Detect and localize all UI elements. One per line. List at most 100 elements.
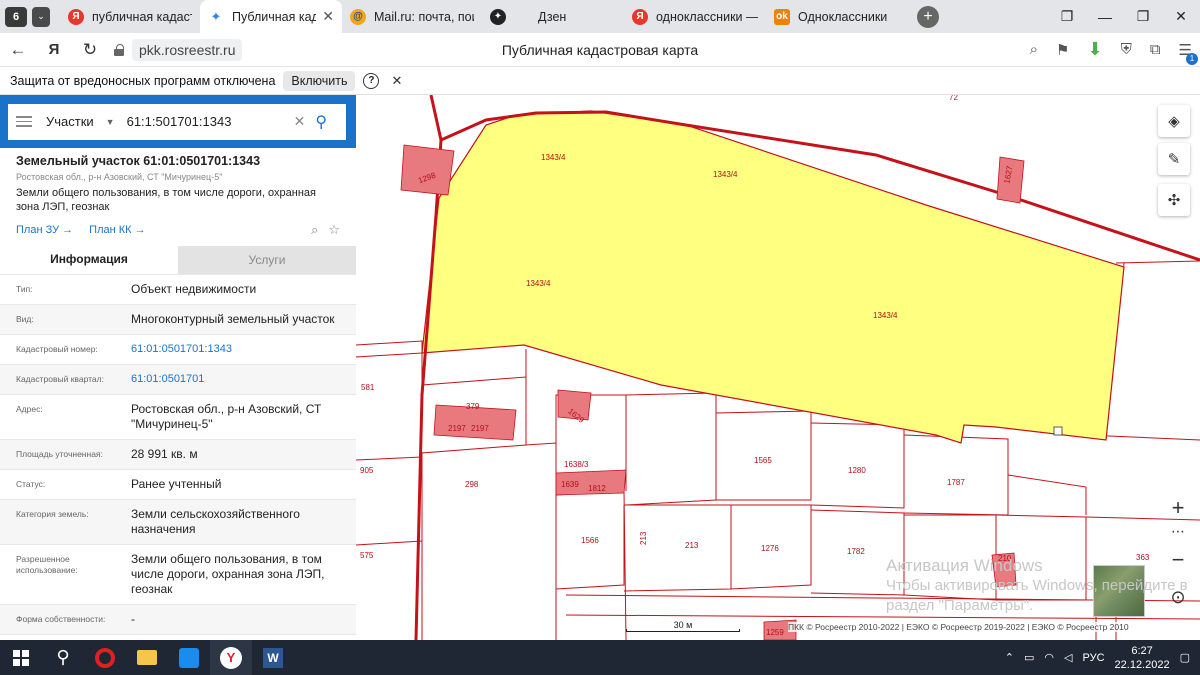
- map-label: 2197: [448, 424, 466, 433]
- search-input[interactable]: [126, 114, 292, 129]
- layers-icon[interactable]: ◈: [1158, 105, 1190, 137]
- map-label: 72: [949, 95, 958, 102]
- language-indicator[interactable]: РУС: [1083, 652, 1105, 664]
- tab-information[interactable]: Информация: [0, 246, 178, 274]
- tab-pkk[interactable]: ✦ Публичная кадас ✕: [200, 0, 342, 33]
- menu-icon[interactable]: [16, 116, 32, 127]
- pkk-icon: ✦: [208, 8, 224, 25]
- download-icon[interactable]: ⬇: [1087, 39, 1102, 60]
- info-key: Статус:: [16, 479, 46, 489]
- search-icon[interactable]: ⚲: [42, 640, 84, 675]
- minimize-icon[interactable]: —: [1086, 9, 1124, 25]
- map-label: 1276: [761, 544, 779, 553]
- info-key: Тип:: [16, 284, 33, 294]
- url-field[interactable]: pkk.rosreestr.ru: [114, 38, 243, 61]
- map-label: 2197: [471, 424, 489, 433]
- enable-protection-button[interactable]: Включить: [283, 70, 356, 91]
- shield-icon[interactable]: ⛨: [1121, 41, 1132, 58]
- tab-counter[interactable]: 6: [5, 6, 27, 27]
- map-label: 1343/4: [873, 311, 898, 320]
- address-bar-actions: ⌕ ⚑ ⬇ ⛨ ⧉ ☰ 1: [1030, 39, 1198, 65]
- search-icon[interactable]: ⌕: [1030, 41, 1038, 58]
- back-arrow-icon[interactable]: ←: [0, 40, 36, 60]
- zoom-out-button[interactable]: −: [1164, 547, 1192, 573]
- plan-zu-label: План ЗУ: [16, 224, 60, 236]
- chevron-down-icon[interactable]: ▼: [106, 117, 115, 127]
- reload-icon[interactable]: ↻: [72, 40, 108, 60]
- info-row: Тип: Объект недвижимости: [0, 274, 356, 304]
- clock[interactable]: 6:27 22.12.2022: [1115, 644, 1170, 672]
- plan-kk-link[interactable]: План КК →: [89, 224, 145, 236]
- help-icon[interactable]: ?: [363, 72, 380, 89]
- clock-time: 6:27: [1131, 644, 1153, 657]
- sidebar-icon[interactable]: ☰ 1: [1179, 41, 1198, 65]
- clear-icon[interactable]: ✕: [294, 113, 306, 130]
- map-label: 1787: [947, 478, 965, 487]
- volume-icon[interactable]: ◁: [1064, 651, 1072, 664]
- info-panel: Участки ▼ ✕ ⚲ Земельный участок 61:01:05…: [0, 95, 356, 640]
- tabs-overview-icon[interactable]: ❐: [1048, 8, 1086, 25]
- ruler-icon[interactable]: ✎: [1158, 143, 1190, 175]
- word-icon[interactable]: W: [252, 640, 294, 675]
- info-value: Земли общего пользования, в том числе до…: [131, 552, 325, 596]
- extensions-icon[interactable]: ⧉: [1150, 41, 1161, 58]
- tab-mailru[interactable]: @ Mail.ru: почта, поиск: [342, 0, 482, 33]
- parcel-links: План ЗУ → План КК → ⌕ ☆: [16, 222, 340, 238]
- network-icon[interactable]: ▭: [1024, 651, 1034, 664]
- info-key: Кадастровый квартал:: [16, 374, 104, 384]
- new-tab-button[interactable]: +: [917, 5, 939, 28]
- parcel-region: Ростовская обл., р-н Азовский, СТ "Мичур…: [16, 172, 223, 182]
- cadastral-map[interactable]: 72 1343/4 1343/4 1343/4 1343/4 1627 1298…: [356, 95, 1200, 640]
- yandex-browser-icon[interactable]: Y: [210, 640, 252, 675]
- search-type-select[interactable]: Участки: [46, 114, 94, 129]
- windows-start-icon[interactable]: [0, 640, 42, 675]
- more-icon[interactable]: ⋯: [1164, 523, 1192, 540]
- locate-point-icon[interactable]: ✣: [1158, 184, 1190, 216]
- zoom-in-button[interactable]: +: [1164, 495, 1192, 521]
- close-window-icon[interactable]: ✕: [1162, 8, 1200, 25]
- bookmark-icon[interactable]: ⚑: [1056, 41, 1069, 59]
- tab-services[interactable]: Услуги: [178, 246, 356, 274]
- info-value: Ростовская обл., р-н Азовский, СТ "Мичур…: [131, 402, 322, 431]
- tab-label: Дзен: [538, 9, 567, 24]
- ok-icon: ok: [774, 8, 790, 25]
- maximize-icon[interactable]: ❐: [1124, 8, 1162, 25]
- opera-icon[interactable]: [84, 640, 126, 675]
- chevron-up-icon[interactable]: ⌃: [1005, 651, 1014, 664]
- map-label: 581: [361, 383, 375, 392]
- map-label: 1343/4: [526, 279, 551, 288]
- tab-yandex-ok[interactable]: Я одноклассники — Я: [624, 0, 766, 33]
- info-value: Земли сельскохозяйственного назначения: [131, 507, 300, 536]
- zoom-to-object-icon[interactable]: ⌕: [311, 222, 318, 238]
- map-label: 1565: [754, 456, 772, 465]
- tabs-menu-icon[interactable]: ⌄: [32, 6, 50, 27]
- close-icon[interactable]: ✕: [322, 8, 334, 25]
- tab-label: публичная кадастр: [92, 9, 192, 24]
- tab-yandex-search[interactable]: Я публичная кадастр: [60, 0, 200, 33]
- dzen-icon: ✦: [490, 8, 506, 25]
- plan-zu-link[interactable]: План ЗУ →: [16, 224, 73, 236]
- info-value-link[interactable]: 61:01:0501701:1343: [131, 342, 356, 357]
- map-canvas[interactable]: 72 1343/4 1343/4 1343/4 1343/4 1627 1298…: [356, 95, 1200, 640]
- tab-dzen[interactable]: ✦ Дзен: [482, 0, 624, 33]
- map-label: 1343/4: [541, 153, 566, 162]
- tab-ok[interactable]: ok Одноклассники: [766, 0, 901, 33]
- search-icon[interactable]: ⚲: [315, 112, 327, 132]
- map-label: 1812: [588, 484, 606, 493]
- app-icon[interactable]: [168, 640, 210, 675]
- yandex-home-icon[interactable]: Я: [36, 41, 72, 58]
- wifi-icon[interactable]: ◠: [1044, 651, 1054, 664]
- info-value: Многоконтурный земельный участок: [131, 312, 335, 326]
- map-copyright: ПКК © Росреестр 2010-2022 | ЕЭКО © Росре…: [788, 622, 1129, 632]
- info-value-link[interactable]: 61:01:0501701: [131, 372, 356, 387]
- notifications-icon[interactable]: ▢: [1180, 651, 1190, 664]
- parcel-description: Земли общего пользования, в том числе до…: [16, 187, 317, 213]
- file-explorer-icon[interactable]: [126, 640, 168, 675]
- close-icon[interactable]: ✕: [391, 73, 402, 89]
- map-label: 1280: [848, 466, 866, 475]
- star-icon[interactable]: ☆: [328, 222, 340, 238]
- search-box: Участки ▼ ✕ ⚲: [8, 103, 346, 140]
- info-key: Кадастровый номер:: [16, 344, 98, 354]
- satellite-minimap[interactable]: [1093, 565, 1145, 617]
- geolocation-icon[interactable]: ⊙: [1164, 587, 1192, 608]
